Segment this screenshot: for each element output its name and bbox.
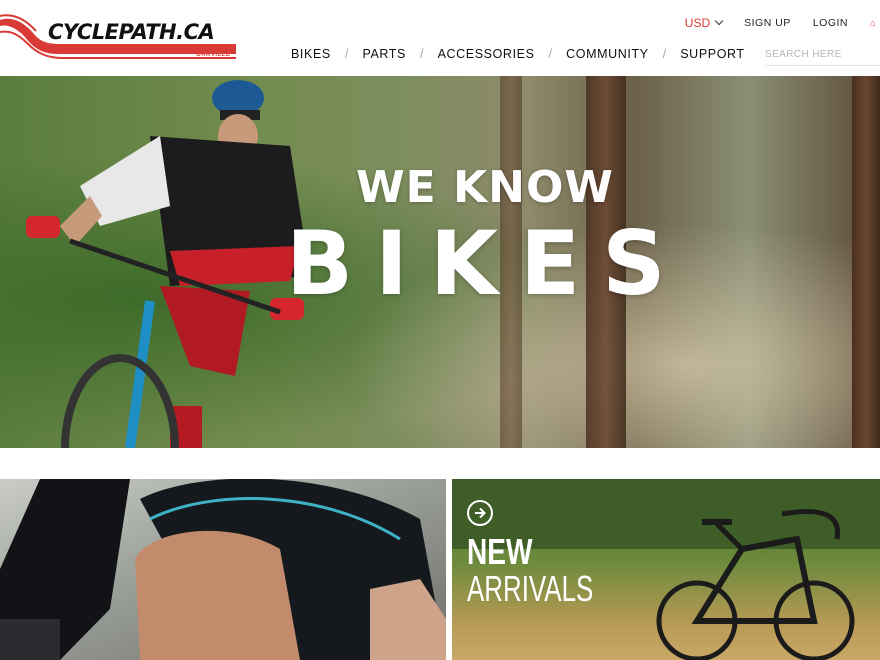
nav-separator: / bbox=[548, 46, 553, 61]
nav-separator: / bbox=[662, 46, 667, 61]
tree-trunk bbox=[852, 76, 880, 448]
nav-item-bikes[interactable]: BIKES bbox=[291, 47, 331, 61]
nav-item-community[interactable]: COMMUNITY bbox=[566, 47, 648, 61]
nav-item-accessories[interactable]: ACCESSORIES bbox=[438, 47, 535, 61]
chevron-down-icon bbox=[714, 16, 724, 26]
site-logo[interactable]: CYCLEPATH.CA OAKVILLE bbox=[0, 14, 240, 64]
arrow-right-circle-icon[interactable] bbox=[467, 500, 493, 526]
utility-links: USD SIGN UP LOGIN ⌂ bbox=[685, 15, 880, 31]
currency-selector[interactable]: USD bbox=[684, 16, 724, 30]
nav-item-parts[interactable]: PARTS bbox=[362, 47, 406, 61]
signup-link[interactable]: SIGN UP bbox=[744, 17, 791, 29]
logo-wordmark: CYCLEPATH.CA bbox=[48, 20, 215, 44]
nav-separator: / bbox=[344, 46, 349, 61]
currency-value: USD bbox=[684, 16, 711, 30]
tile-title-new: NEW bbox=[467, 531, 533, 572]
tile-apparel-photo bbox=[0, 479, 446, 660]
login-link[interactable]: LOGIN bbox=[813, 17, 848, 29]
nav-separator: / bbox=[419, 46, 424, 61]
main-nav: BIKES / PARTS / ACCESSORIES / COMMUNITY … bbox=[291, 46, 745, 61]
hero-banner[interactable]: WE KNOW BIKES bbox=[0, 76, 880, 448]
hero-title-line2: BIKES bbox=[286, 212, 688, 315]
cart-icon[interactable]: ⌂ bbox=[870, 18, 880, 28]
site-header: CYCLEPATH.CA OAKVILLE USD SIGN UP LOGIN … bbox=[0, 0, 880, 77]
logo-location: OAKVILLE bbox=[196, 52, 231, 58]
tile-title-arrivals: ARRIVALS bbox=[467, 568, 594, 609]
tile-apparel[interactable] bbox=[0, 479, 446, 660]
search-input[interactable] bbox=[765, 43, 880, 66]
hero-title-line1: WE KNOW bbox=[356, 162, 614, 213]
nav-item-support[interactable]: SUPPORT bbox=[680, 47, 744, 61]
